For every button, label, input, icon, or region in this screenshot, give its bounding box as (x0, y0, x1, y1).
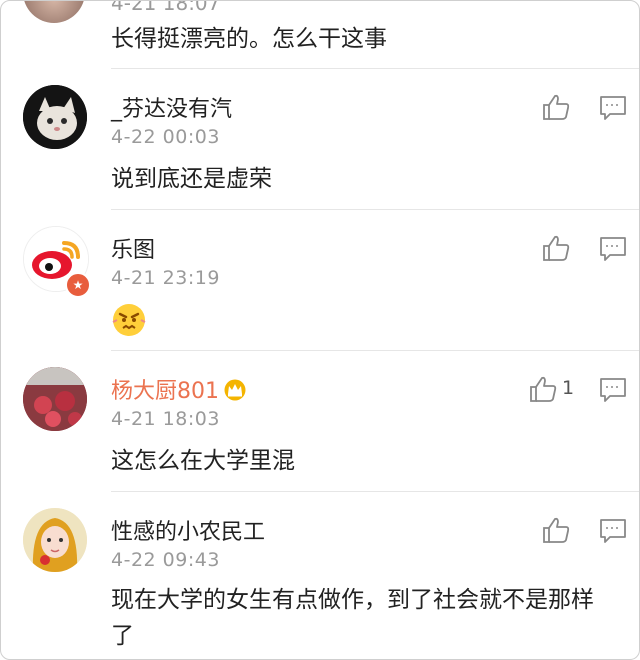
avatar[interactable] (23, 1, 85, 23)
like-icon[interactable] (528, 375, 558, 403)
angry-face-emoji (111, 302, 147, 342)
comment-list: 4-21 18:07 长得挺漂亮的。怎么干这事 _芬达没有汽 4-22 00:0… (0, 0, 640, 660)
like-icon[interactable] (541, 93, 571, 121)
comment-text: 说到底还是虚荣 (111, 166, 272, 192)
comment-item: 性感的小农民工 4-22 09:43 现在大学的女生有点做作，到了社会就不是那样… (1, 492, 639, 659)
avatar[interactable] (23, 508, 87, 572)
comment-item: 杨大厨801 4-21 18:03 这怎么在大学里混 1 (1, 351, 639, 491)
comment-icon[interactable] (599, 236, 627, 262)
comment-time: 4-22 00:03 (111, 126, 220, 148)
commenter-name[interactable]: _芬达没有汽 (111, 91, 232, 123)
commenter-name[interactable]: 乐图 (111, 232, 155, 264)
commenter-name[interactable]: 杨大厨801 (111, 373, 247, 405)
commenter-name-text[interactable]: 杨大厨801 (111, 379, 219, 404)
comment-icon[interactable] (599, 377, 627, 403)
comment-text: 长得挺漂亮的。怎么干这事 (111, 26, 387, 52)
flower-avatar-icon (23, 367, 87, 431)
comment-text: 这怎么在大学里混 (111, 448, 295, 474)
comment-item: _芬达没有汽 4-22 00:03 说到底还是虚荣 (1, 69, 639, 209)
comment-text: 现在大学的女生有点做作，到了社会就不是那样了 (111, 587, 594, 649)
commenter-name[interactable]: 性感的小农民工 (111, 514, 265, 546)
crown-icon (224, 379, 246, 401)
comment-time: 4-21 23:19 (111, 267, 220, 289)
like-icon[interactable] (541, 516, 571, 544)
like-count: 1 (562, 377, 575, 399)
comment-icon[interactable] (599, 518, 627, 544)
comment-time: 4-22 09:43 (111, 549, 220, 571)
comment-item: ★ 乐图 4-21 23:19 (1, 210, 639, 350)
cat-avatar-icon (23, 85, 87, 149)
comment-icon[interactable] (599, 95, 627, 121)
comment-time: 4-21 18:03 (111, 408, 220, 430)
verified-badge-icon: ★ (65, 272, 91, 298)
like-icon[interactable] (541, 234, 571, 262)
girl-avatar-icon (23, 508, 87, 572)
comment-time: 4-21 18:07 (111, 0, 221, 15)
avatar[interactable] (23, 85, 87, 149)
avatar[interactable] (23, 367, 87, 431)
